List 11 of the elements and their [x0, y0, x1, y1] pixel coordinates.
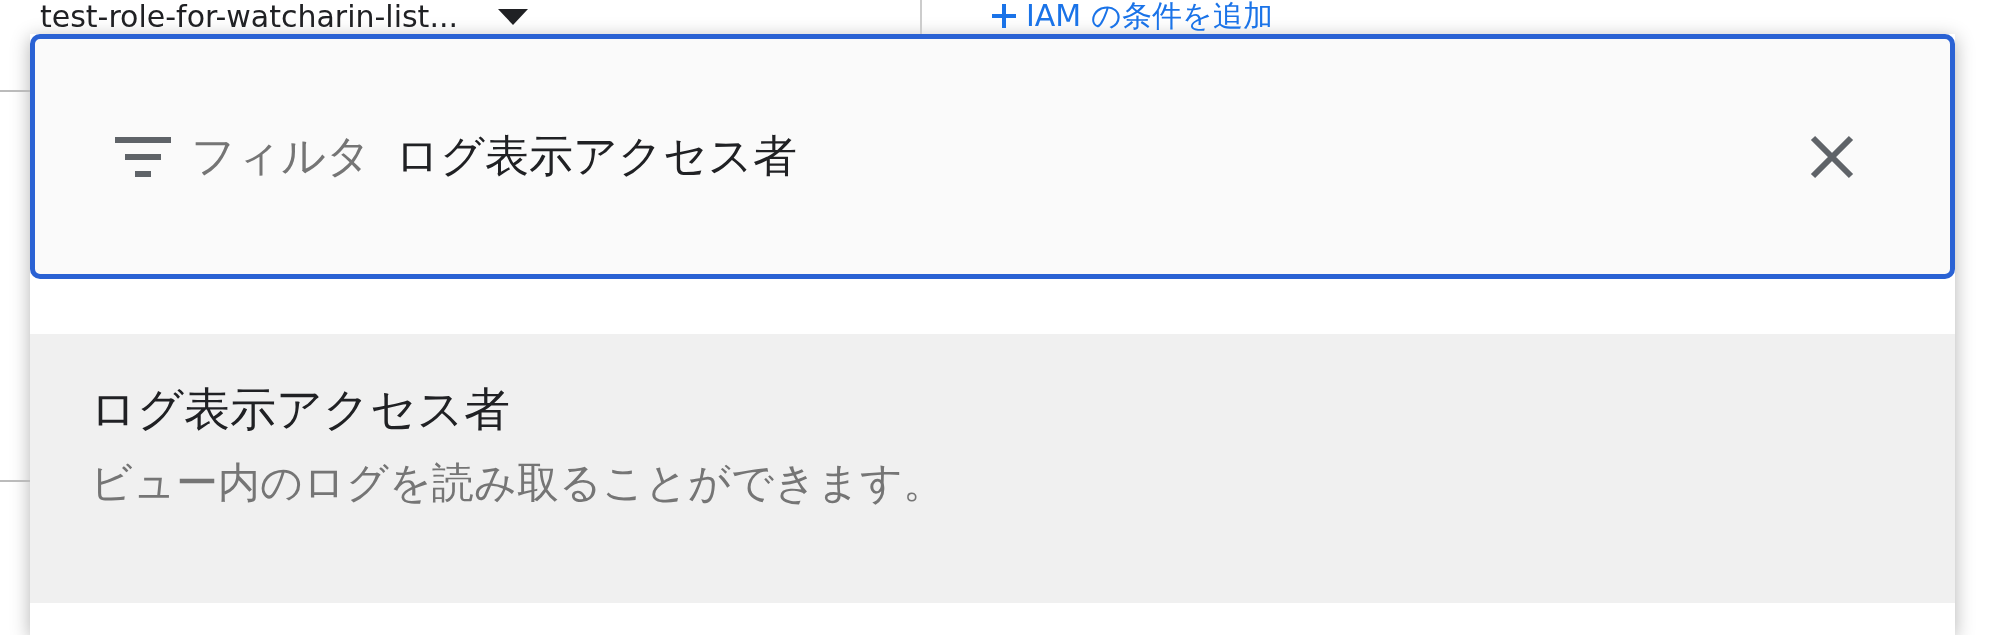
filter-label: フィルタ: [191, 129, 371, 183]
filter-field[interactable]: フィルタ ログ表示アクセス者: [30, 34, 1955, 279]
role-option[interactable]: ログ表示アクセス者 ビュー内のログを読み取ることができます。: [30, 334, 1955, 603]
close-icon: [1809, 133, 1855, 180]
filter-input[interactable]: ログ表示アクセス者: [395, 131, 1809, 182]
filter-icon: [115, 136, 171, 177]
plus-icon: [992, 4, 1016, 28]
role-select[interactable]: test-role-for-watcharin-list...: [40, 1, 458, 33]
caret-icon: [498, 9, 528, 25]
add-condition-link[interactable]: IAM の条件を追加: [1026, 0, 1273, 32]
close-button[interactable]: [1809, 133, 1855, 180]
